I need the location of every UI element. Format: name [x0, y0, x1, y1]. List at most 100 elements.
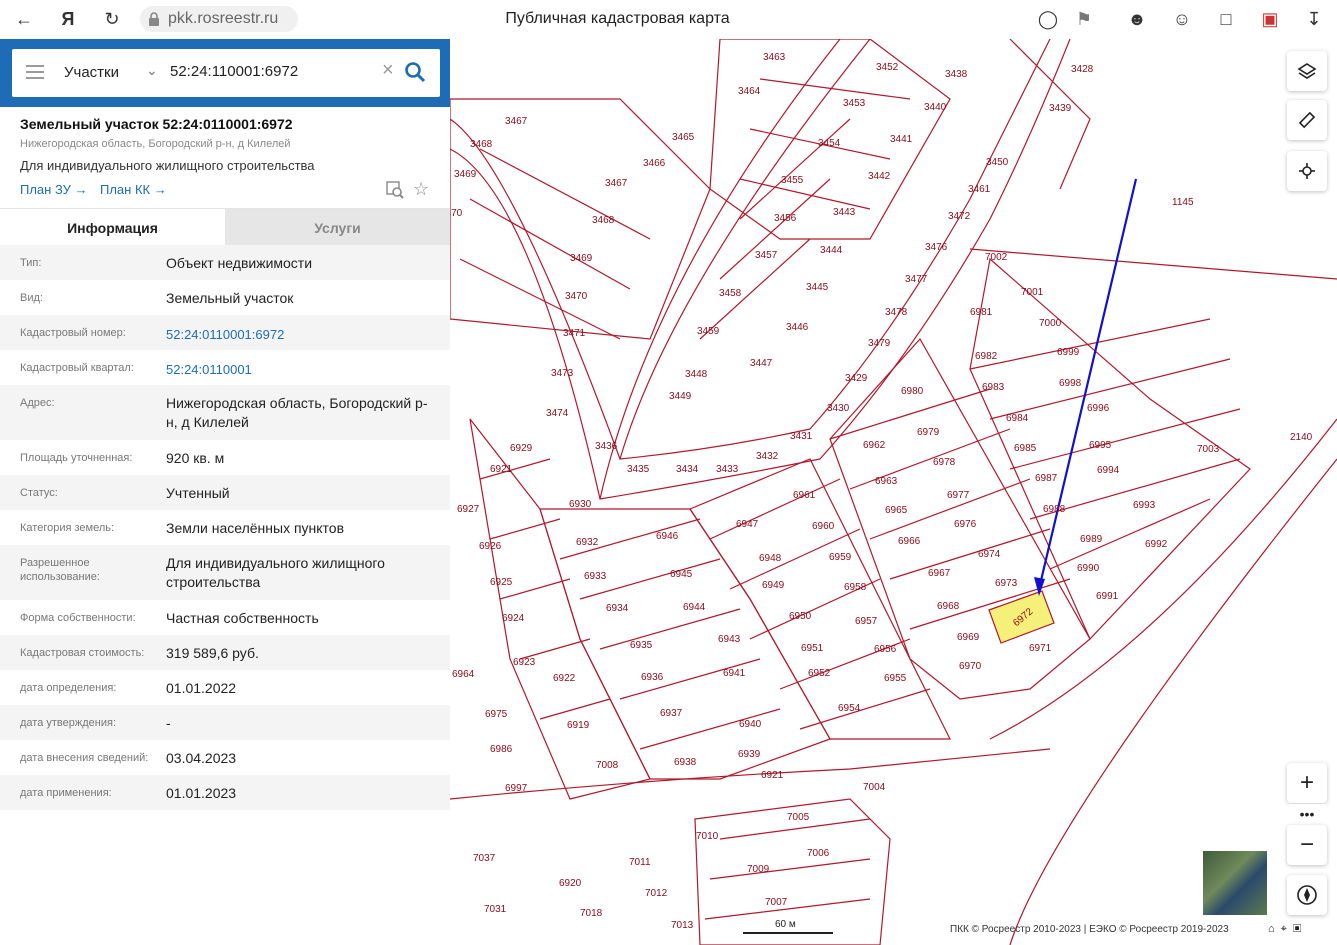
- zoom-in-button[interactable]: +: [1287, 763, 1327, 803]
- basemap-thumbnail[interactable]: [1203, 851, 1267, 915]
- parcel-number-label[interactable]: 6932: [576, 537, 599, 548]
- parcel-number-label[interactable]: 6952: [808, 668, 831, 679]
- parcel-number-label[interactable]: 7004: [863, 782, 886, 793]
- parcel-number-label[interactable]: 6924: [502, 613, 525, 624]
- parcel-number-label[interactable]: 6925: [490, 577, 513, 588]
- plan-kk-link[interactable]: План КК →: [100, 182, 167, 197]
- parcel-number-label[interactable]: 6987: [1035, 473, 1058, 484]
- parcel-number-label[interactable]: 6936: [641, 672, 664, 683]
- parcel-number-label[interactable]: 6994: [1097, 465, 1120, 476]
- cadastral-map[interactable]: 3463 3452 3438 3428 3464 3453 3440 3439 3467 3465…: [450, 39, 1337, 945]
- parcel-number-label[interactable]: 6947: [736, 519, 759, 530]
- parcel-number-label[interactable]: 6927: [457, 504, 480, 515]
- parcel-number-label[interactable]: 6949: [762, 580, 785, 591]
- parcel-number-label[interactable]: 6926: [479, 541, 502, 552]
- parcel-number-label[interactable]: 7005: [787, 812, 810, 823]
- parcel-number-label[interactable]: 6946: [656, 531, 679, 542]
- parcel-number-label[interactable]: 3459: [697, 326, 720, 337]
- clear-icon[interactable]: ×: [382, 59, 394, 82]
- parcel-number-label[interactable]: 6970: [959, 661, 982, 672]
- parcel-number-label[interactable]: 6979: [917, 427, 940, 438]
- search-type-select[interactable]: Участки: [64, 64, 119, 81]
- parcel-number-label[interactable]: 6957: [855, 616, 878, 627]
- parcel-number-label[interactable]: 6971: [1029, 643, 1052, 654]
- parcel-number-label[interactable]: 6963: [875, 476, 898, 487]
- parcel-number-label[interactable]: 3439: [1049, 103, 1072, 114]
- parcel-number-label[interactable]: 7002: [985, 252, 1008, 263]
- collections-icon[interactable]: □: [1214, 7, 1238, 31]
- fullscreen-icon[interactable]: ▣: [1293, 923, 1307, 935]
- parcel-number-label[interactable]: 7012: [645, 888, 668, 899]
- parcel-number-label[interactable]: 6969: [957, 632, 980, 643]
- bookmark-icon[interactable]: ⚑: [1072, 7, 1096, 31]
- parcel-number-label[interactable]: 6978: [933, 457, 956, 468]
- parcel-number-label[interactable]: 7006: [807, 848, 830, 859]
- parcel-number-label[interactable]: 3474: [546, 408, 569, 419]
- parcel-number-label[interactable]: 3440: [924, 102, 947, 113]
- parcel-number-label[interactable]: 6944: [683, 602, 706, 613]
- parcel-number-label[interactable]: 6990: [1077, 563, 1100, 574]
- parcel-number-label[interactable]: 3463: [763, 52, 786, 63]
- parcel-number-label[interactable]: 7009: [747, 864, 770, 875]
- parcel-number-label[interactable]: 6964: [452, 669, 475, 680]
- parcel-number-label[interactable]: 3432: [756, 451, 779, 462]
- parcel-number-label[interactable]: 6939: [738, 749, 761, 760]
- more-zoom-button[interactable]: •••: [1287, 804, 1327, 824]
- parcel-number-label[interactable]: 6976: [954, 519, 977, 530]
- target-icon[interactable]: ⌖: [1281, 923, 1293, 935]
- parcel-number-label[interactable]: 6929: [510, 443, 533, 454]
- parcel-number-label[interactable]: 7011: [629, 857, 651, 868]
- parcel-number-label[interactable]: 3442: [868, 171, 891, 182]
- layers-button[interactable]: [1287, 51, 1327, 91]
- menu-icon[interactable]: [26, 65, 44, 79]
- parcel-number-label[interactable]: 3479: [868, 338, 891, 349]
- download-icon[interactable]: ↧: [1302, 7, 1326, 31]
- parcel-number-label[interactable]: 3469: [454, 169, 477, 180]
- compass-button[interactable]: [1287, 875, 1327, 915]
- parcel-number-label[interactable]: 6982: [975, 351, 998, 362]
- parcel-number-label[interactable]: 7013: [671, 920, 694, 931]
- parcel-number-label[interactable]: 6991: [1096, 591, 1119, 602]
- parcel-number-label[interactable]: 6988: [1043, 504, 1066, 515]
- parcel-number-label[interactable]: 6992: [1145, 539, 1168, 550]
- parcel-layer[interactable]: 3463 3452 3438 3428 3464 3453 3440 3439 3467 3465…: [450, 39, 1337, 945]
- parcel-number-label[interactable]: 7018: [580, 908, 603, 919]
- parcel-number-label[interactable]: 3445: [806, 282, 829, 293]
- parcel-number-label[interactable]: 6965: [885, 505, 908, 516]
- parcel-number-label[interactable]: 3453: [843, 98, 866, 109]
- zoom-to-object-icon[interactable]: [386, 181, 404, 199]
- parcel-number-label[interactable]: 6993: [1133, 500, 1156, 511]
- parcel-number-label[interactable]: 3464: [738, 86, 761, 97]
- parcel-number-label[interactable]: 3441: [890, 134, 913, 145]
- parcel-number-label[interactable]: 7007: [765, 897, 788, 908]
- parcel-number-label[interactable]: 6997: [505, 783, 528, 794]
- search-input[interactable]: [170, 63, 370, 80]
- extension-icon-2[interactable]: ☺: [1170, 7, 1194, 31]
- parcel-number-label[interactable]: 6981: [970, 307, 993, 318]
- parcel-number-label[interactable]: 3455: [781, 175, 804, 186]
- parcel-number-label[interactable]: 3450: [986, 157, 1009, 168]
- parcel-number-label[interactable]: 3454: [818, 138, 841, 149]
- parcel-number-label[interactable]: 3456: [774, 213, 797, 224]
- parcel-number-label[interactable]: 6977: [947, 490, 970, 501]
- parcel-number-label[interactable]: 7010: [696, 831, 719, 842]
- parcel-number-label[interactable]: 3438: [945, 69, 968, 80]
- parcel-number-label[interactable]: 6996: [1087, 403, 1110, 414]
- plan-zu-link[interactable]: План ЗУ →: [20, 182, 88, 197]
- parcel-number-label[interactable]: 6995: [1089, 440, 1112, 451]
- parcel-number-label[interactable]: 3472: [948, 211, 971, 222]
- parcel-number-label[interactable]: 6998: [1059, 378, 1082, 389]
- extension-icon[interactable]: ☻: [1125, 7, 1149, 31]
- parcel-number-label[interactable]: 6923: [513, 657, 536, 668]
- parcel-number-label[interactable]: 6954: [838, 703, 861, 714]
- parcel-number-label[interactable]: 6934: [606, 603, 629, 614]
- parcel-number-label[interactable]: 6930: [569, 499, 592, 510]
- locate-button[interactable]: [1287, 151, 1327, 191]
- parcel-number-label[interactable]: 6999: [1057, 347, 1080, 358]
- parcel-number-label[interactable]: 3461: [968, 184, 991, 195]
- parcel-number-label[interactable]: 3444: [820, 245, 843, 256]
- parcel-number-label[interactable]: 6959: [829, 552, 852, 563]
- shield-icon[interactable]: ◯: [1036, 7, 1060, 31]
- parcel-number-label[interactable]: 3446: [786, 322, 809, 333]
- parcel-number-label[interactable]: 6961: [793, 490, 816, 501]
